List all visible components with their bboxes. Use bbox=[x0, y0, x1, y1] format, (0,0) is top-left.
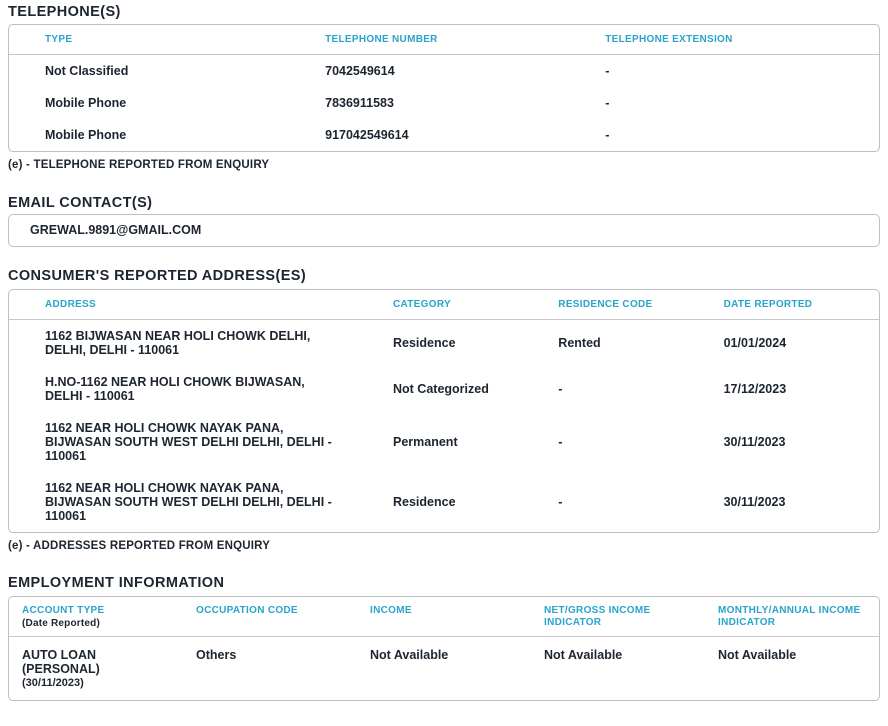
email-section: EMAIL CONTACT(S) GREWAL.9891@GMAIL.COM bbox=[8, 195, 880, 247]
telephones-footnote: (e) - TELEPHONE REPORTED FROM ENQUIRY bbox=[8, 159, 880, 172]
telephone-type: Not Classified bbox=[9, 55, 289, 88]
address-value: 1162 NEAR HOLI CHOWK NAYAK PANA, BIJWASA… bbox=[9, 412, 357, 472]
address-date-reported: 17/12/2023 bbox=[688, 366, 879, 412]
addresses-table-card: ADDRESS CATEGORY RESIDENCE CODE DATE REP… bbox=[8, 289, 880, 533]
employment-account-type: AUTO LOAN (PERSONAL) (30/11/2023) bbox=[9, 637, 183, 701]
addresses-footnote: (e) - ADDRESSES REPORTED FROM ENQUIRY bbox=[8, 540, 880, 553]
employment-header-monthly-annual: MONTHLY/ANNUAL INCOME INDICATOR bbox=[705, 597, 879, 637]
email-value: GREWAL.9891@GMAIL.COM bbox=[8, 214, 880, 247]
employment-header-net-gross: NET/GROSS INCOME INDICATOR bbox=[531, 597, 705, 637]
telephones-table-card: TYPE TELEPHONE NUMBER TELEPHONE EXTENSIO… bbox=[8, 24, 880, 152]
employment-occupation-code: Others bbox=[183, 637, 357, 701]
telephones-header-number: TELEPHONE NUMBER bbox=[289, 25, 569, 55]
employment-header-row: ACCOUNT TYPE (Date Reported) OCCUPATION … bbox=[9, 597, 879, 637]
addresses-header-address: ADDRESS bbox=[9, 290, 357, 320]
addresses-header-date-reported: DATE REPORTED bbox=[688, 290, 879, 320]
table-row: 1162 NEAR HOLI CHOWK NAYAK PANA, BIJWASA… bbox=[9, 412, 879, 472]
telephones-table: TYPE TELEPHONE NUMBER TELEPHONE EXTENSIO… bbox=[9, 25, 879, 151]
employment-section-title: EMPLOYMENT INFORMATION bbox=[8, 575, 880, 591]
addresses-header-category: CATEGORY bbox=[357, 290, 522, 320]
table-row: Not Classified 7042549614 - bbox=[9, 55, 879, 88]
employment-table: ACCOUNT TYPE (Date Reported) OCCUPATION … bbox=[9, 597, 879, 700]
employment-section: EMPLOYMENT INFORMATION ACCOUNT TYPE (Dat… bbox=[8, 575, 880, 701]
address-residence-code: - bbox=[522, 412, 687, 472]
credit-report-contact-page: TELEPHONE(S) TYPE TELEPHONE NUMBER TELEP… bbox=[0, 0, 888, 726]
table-row: H.NO-1162 NEAR HOLI CHOWK BIJWASAN, DELH… bbox=[9, 366, 879, 412]
employment-header-account-type-label: ACCOUNT TYPE bbox=[22, 605, 105, 616]
address-date-reported: 30/11/2023 bbox=[688, 472, 879, 532]
address-residence-code: - bbox=[522, 366, 687, 412]
telephone-extension: - bbox=[569, 119, 879, 151]
addresses-header-row: ADDRESS CATEGORY RESIDENCE CODE DATE REP… bbox=[9, 290, 879, 320]
addresses-section: CONSUMER'S REPORTED ADDRESS(ES) ADDRESS … bbox=[8, 268, 880, 553]
address-date-reported: 01/01/2024 bbox=[688, 320, 879, 367]
addresses-section-title: CONSUMER'S REPORTED ADDRESS(ES) bbox=[8, 268, 880, 284]
telephone-number: 917042549614 bbox=[289, 119, 569, 151]
employment-table-card: ACCOUNT TYPE (Date Reported) OCCUPATION … bbox=[8, 596, 880, 701]
employment-header-date-reported-label: (Date Reported) bbox=[22, 617, 165, 630]
telephone-extension: - bbox=[569, 55, 879, 88]
telephone-number: 7042549614 bbox=[289, 55, 569, 88]
address-residence-code: - bbox=[522, 472, 687, 532]
telephones-header-row: TYPE TELEPHONE NUMBER TELEPHONE EXTENSIO… bbox=[9, 25, 879, 55]
employment-account-type-value: AUTO LOAN (PERSONAL) bbox=[22, 648, 100, 676]
addresses-header-residence-code: RESIDENCE CODE bbox=[522, 290, 687, 320]
telephone-extension: - bbox=[569, 87, 879, 119]
telephones-section-title: TELEPHONE(S) bbox=[8, 4, 880, 20]
table-row: 1162 NEAR HOLI CHOWK NAYAK PANA, BIJWASA… bbox=[9, 472, 879, 532]
employment-header-income: INCOME bbox=[357, 597, 531, 637]
employment-net-gross: Not Available bbox=[531, 637, 705, 701]
address-value: 1162 NEAR HOLI CHOWK NAYAK PANA, BIJWASA… bbox=[9, 472, 357, 532]
address-value: 1162 BIJWASAN NEAR HOLI CHOWK DELHI, DEL… bbox=[9, 320, 357, 367]
table-row: AUTO LOAN (PERSONAL) (30/11/2023) Others… bbox=[9, 637, 879, 701]
table-row: 1162 BIJWASAN NEAR HOLI CHOWK DELHI, DEL… bbox=[9, 320, 879, 367]
employment-header-account-type: ACCOUNT TYPE (Date Reported) bbox=[9, 597, 183, 637]
telephone-number: 7836911583 bbox=[289, 87, 569, 119]
employment-income: Not Available bbox=[357, 637, 531, 701]
employment-monthly-annual: Not Available bbox=[705, 637, 879, 701]
address-category: Permanent bbox=[357, 412, 522, 472]
table-row: Mobile Phone 7836911583 - bbox=[9, 87, 879, 119]
employment-header-occupation-code: OCCUPATION CODE bbox=[183, 597, 357, 637]
table-row: Mobile Phone 917042549614 - bbox=[9, 119, 879, 151]
telephones-section: TELEPHONE(S) TYPE TELEPHONE NUMBER TELEP… bbox=[8, 4, 880, 172]
telephone-type: Mobile Phone bbox=[9, 87, 289, 119]
address-date-reported: 30/11/2023 bbox=[688, 412, 879, 472]
addresses-table: ADDRESS CATEGORY RESIDENCE CODE DATE REP… bbox=[9, 290, 879, 532]
address-category: Residence bbox=[357, 472, 522, 532]
address-category: Residence bbox=[357, 320, 522, 367]
address-value: H.NO-1162 NEAR HOLI CHOWK BIJWASAN, DELH… bbox=[9, 366, 357, 412]
address-category: Not Categorized bbox=[357, 366, 522, 412]
email-section-title: EMAIL CONTACT(S) bbox=[8, 195, 880, 211]
address-residence-code: Rented bbox=[522, 320, 687, 367]
employment-account-type-date: (30/11/2023) bbox=[22, 676, 165, 690]
telephone-type: Mobile Phone bbox=[9, 119, 289, 151]
telephones-header-extension: TELEPHONE EXTENSION bbox=[569, 25, 879, 55]
telephones-header-type: TYPE bbox=[9, 25, 289, 55]
